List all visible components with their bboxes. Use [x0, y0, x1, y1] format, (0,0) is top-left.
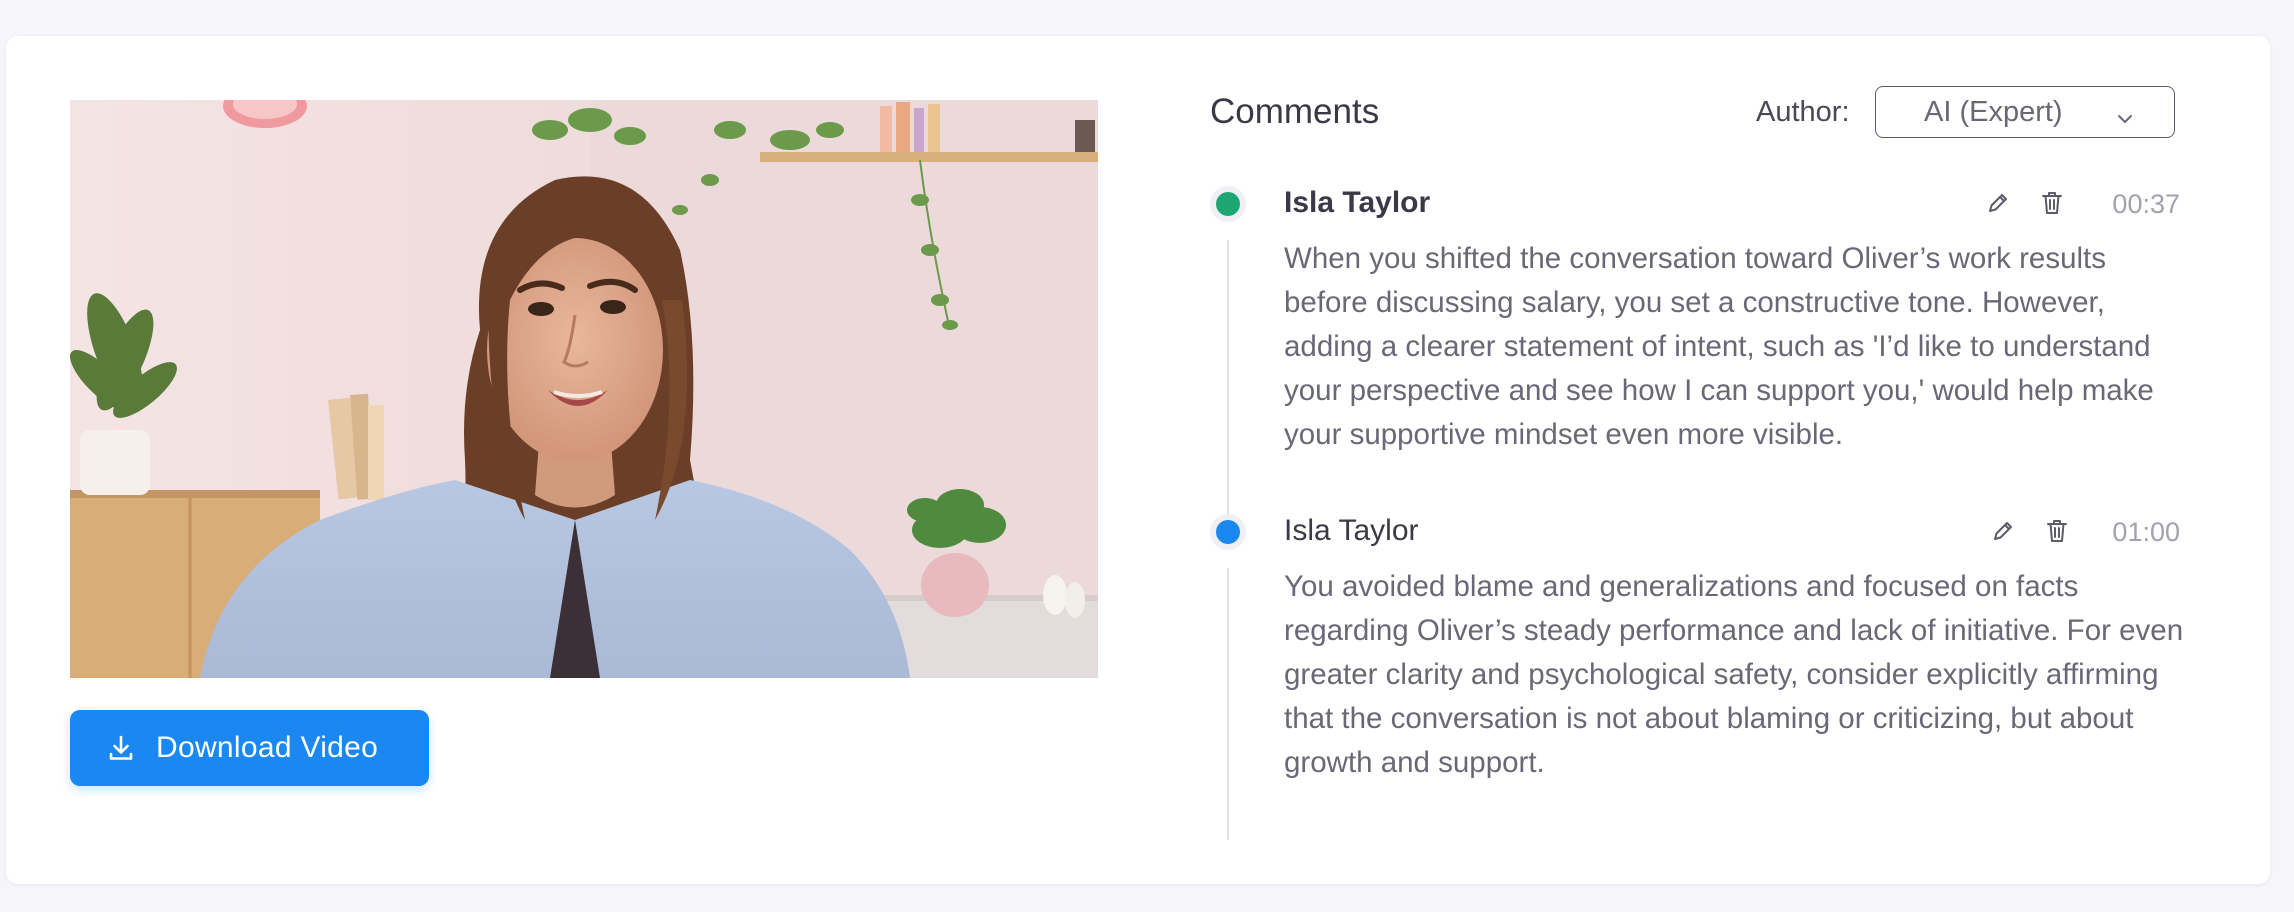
- pencil-icon[interactable]: [1985, 190, 2011, 216]
- author-filter-value: AI (Expert): [1924, 95, 2063, 128]
- comment-author: Isla Taylor: [1284, 186, 1431, 219]
- comment-timestamp[interactable]: 00:37: [2112, 189, 2180, 220]
- video-frame-image: [70, 100, 1098, 678]
- status-dot: [1216, 192, 1240, 216]
- chevron-down-icon: [2116, 103, 2134, 123]
- comment-item: Isla Taylor 01:00 You avoided blame and …: [1210, 514, 2183, 854]
- comment-item: Isla Taylor 00:37 When you shifted the c…: [1210, 186, 2180, 536]
- status-dot: [1216, 520, 1240, 544]
- timeline-rail: [1227, 240, 1229, 528]
- download-video-button[interactable]: Download Video: [70, 710, 429, 786]
- author-filter-select[interactable]: AI (Expert): [1875, 86, 2175, 138]
- comment-timestamp[interactable]: 01:00: [2112, 517, 2180, 548]
- feedback-card: Download Video Comments Author: AI (Expe…: [6, 36, 2270, 884]
- download-icon: [106, 733, 136, 763]
- pencil-icon[interactable]: [1990, 518, 2016, 544]
- comment-text: When you shifted the conversation toward…: [1284, 242, 2154, 451]
- video-player[interactable]: [70, 100, 1098, 678]
- trash-icon[interactable]: [2039, 189, 2065, 215]
- author-filter-label: Author:: [1756, 96, 1850, 128]
- comment-text: You avoided blame and generalizations an…: [1284, 570, 2184, 779]
- timeline-rail: [1227, 568, 1229, 840]
- comment-author: Isla Taylor: [1284, 514, 1419, 547]
- trash-icon[interactable]: [2044, 517, 2070, 543]
- download-video-label: Download Video: [156, 731, 379, 764]
- comments-title: Comments: [1210, 92, 1380, 131]
